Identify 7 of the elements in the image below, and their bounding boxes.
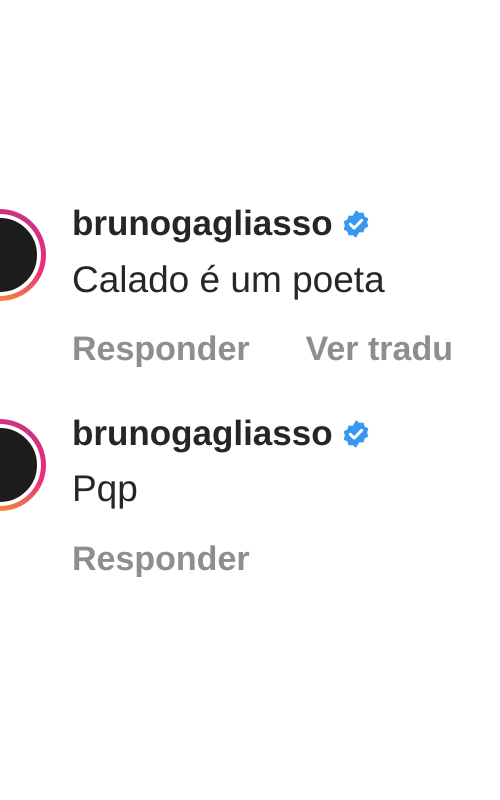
comment-text: Pqp <box>72 467 139 512</box>
username[interactable]: brunogagliasso <box>72 205 333 244</box>
comment-text: Calado é um poeta <box>72 258 386 302</box>
action-link[interactable]: Ver tradu <box>306 324 453 375</box>
action-link[interactable]: Responder <box>72 324 250 375</box>
action-link[interactable]: Responder <box>72 534 250 585</box>
username[interactable]: brunogagliasso <box>72 414 333 454</box>
